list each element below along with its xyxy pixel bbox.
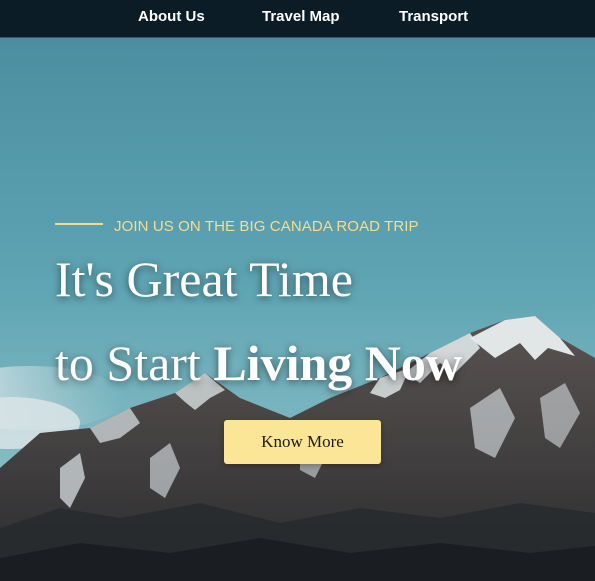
nav-link-about-us[interactable]: About Us — [138, 8, 205, 26]
nav-link-travel-map[interactable]: Travel Map — [262, 8, 340, 26]
hero-headline-line2: to Start Living Now — [55, 335, 462, 391]
hero-headline-line2-bold: Living Now — [213, 335, 462, 391]
hero-headline-line2-regular: to Start — [55, 335, 214, 391]
hero-section: JOIN US ON THE BIG CANADA ROAD TRIP It's… — [0, 38, 595, 581]
tagline-accent-line — [55, 223, 103, 225]
top-nav: About Us Travel Map Transport — [0, 0, 595, 38]
know-more-button[interactable]: Know More — [224, 420, 381, 464]
hero-mountain-image — [0, 38, 595, 581]
hero-tagline: JOIN US ON THE BIG CANADA ROAD TRIP — [114, 218, 419, 235]
hero-headline-line1: It's Great Time — [55, 251, 353, 307]
nav-link-transport[interactable]: Transport — [399, 8, 468, 26]
